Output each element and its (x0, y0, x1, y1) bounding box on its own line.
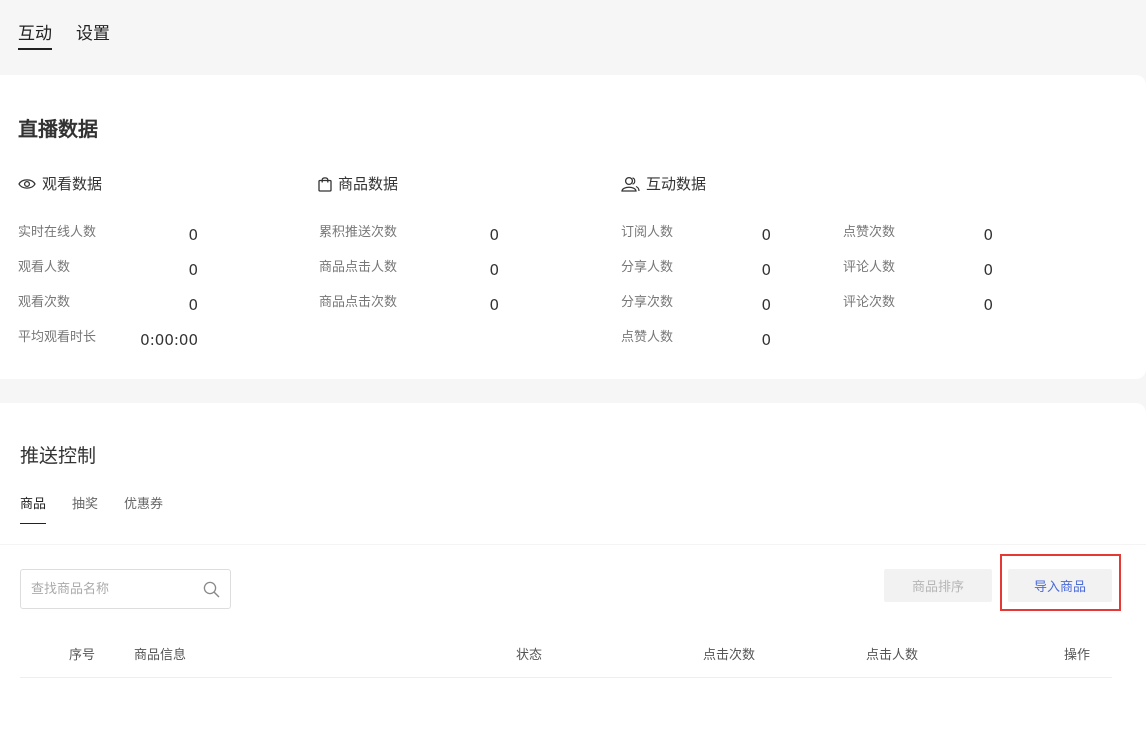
stat-value-online: 0 (188, 226, 198, 244)
stat-label-share-users: 分享人数 (621, 260, 674, 275)
search-icon[interactable] (203, 581, 220, 602)
stat-label-comment-users: 评论人数 (843, 260, 896, 275)
stat-value-share-users: 0 (761, 261, 771, 279)
watch-data-title: 观看数据 (42, 175, 103, 193)
search-input[interactable] (31, 579, 191, 599)
tab-settings[interactable]: 设置 (76, 22, 110, 46)
tab-products[interactable]: 商品 (20, 495, 47, 524)
shopping-bag-icon (318, 176, 332, 192)
stat-label-like-count: 点赞次数 (843, 225, 896, 240)
stat-value-like-count: 0 (983, 226, 993, 244)
stat-value-share-count: 0 (761, 296, 771, 314)
stat-label-views: 观看次数 (18, 295, 71, 310)
stat-value-product-click-users: 0 (489, 261, 499, 279)
product-list-panel: 商品排序 导入商品 序号 商品信息 状态 点击次数 点击人数 操作 (0, 544, 1146, 744)
users-icon (621, 176, 640, 192)
tab-interaction[interactable]: 互动 (18, 22, 52, 50)
stat-label-product-click-users: 商品点击人数 (319, 260, 398, 275)
push-control-title: 推送控制 (20, 445, 97, 467)
stat-value-comment-users: 0 (983, 261, 993, 279)
stat-label-avg-duration: 平均观看时长 (18, 330, 97, 345)
column-header-product-info: 商品信息 (134, 648, 187, 663)
interaction-data-title: 互动数据 (646, 175, 707, 193)
column-header-click-count: 点击次数 (703, 648, 756, 663)
tab-coupons[interactable]: 优惠券 (124, 495, 163, 515)
product-data-group-title: 商品数据 (318, 173, 398, 195)
stat-value-avg-duration: 0:00:00 (140, 331, 198, 349)
eye-icon (18, 177, 36, 191)
stat-label-subscribers: 订阅人数 (621, 225, 674, 240)
stat-label-like-users: 点赞人数 (621, 330, 674, 345)
column-header-status: 状态 (516, 648, 543, 663)
stat-value-viewers: 0 (188, 261, 198, 279)
column-header-index: 序号 (69, 648, 96, 663)
stat-value-push-count: 0 (489, 226, 499, 244)
stat-label-online: 实时在线人数 (18, 225, 97, 240)
top-tab-bar: 互动 设置 (0, 0, 1146, 75)
push-control-card: 推送控制 商品 抽奖 优惠券 (0, 403, 1146, 544)
column-header-click-users: 点击人数 (866, 648, 919, 663)
product-data-title: 商品数据 (338, 175, 399, 193)
interaction-data-group-title: 互动数据 (621, 173, 706, 195)
stat-label-push-count: 累积推送次数 (319, 225, 398, 240)
stat-label-viewers: 观看人数 (18, 260, 71, 275)
import-products-button[interactable]: 导入商品 (1008, 569, 1112, 602)
tab-lottery[interactable]: 抽奖 (72, 495, 98, 515)
stat-label-share-count: 分享次数 (621, 295, 674, 310)
stat-label-comment-count: 评论次数 (843, 295, 896, 310)
stat-value-product-click-count: 0 (489, 296, 499, 314)
search-box (20, 569, 231, 609)
table-header-divider (20, 677, 1112, 678)
live-data-title: 直播数据 (18, 117, 98, 141)
column-header-actions: 操作 (1064, 648, 1091, 663)
stat-value-views: 0 (188, 296, 198, 314)
stat-value-subscribers: 0 (761, 226, 771, 244)
watch-data-group-title: 观看数据 (18, 173, 102, 195)
sort-products-button[interactable]: 商品排序 (884, 569, 992, 602)
stat-value-like-users: 0 (761, 331, 771, 349)
stat-value-comment-count: 0 (983, 296, 993, 314)
live-data-card: 直播数据 观看数据 实时在线人数 0 观看人数 0 观看次数 0 平均观看时长 … (0, 75, 1146, 379)
stat-label-product-click-count: 商品点击次数 (319, 295, 398, 310)
